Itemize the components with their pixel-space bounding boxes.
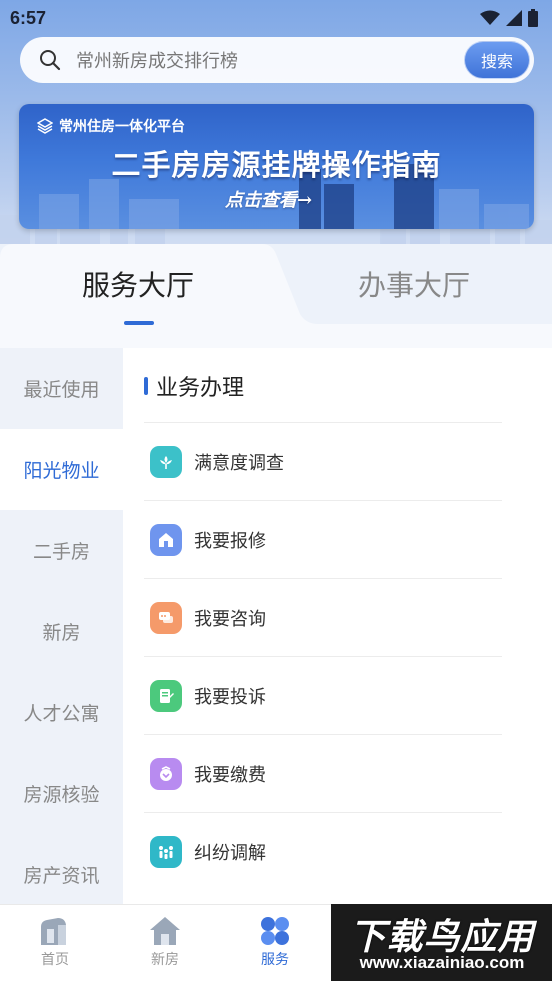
house-icon [150, 917, 180, 945]
watermark-url: www.xiazainiao.com [359, 953, 525, 972]
status-icons [480, 9, 538, 27]
nav-label-home: 首页 [41, 952, 69, 968]
status-bar: 6:57 [0, 0, 552, 36]
service-label: 我要咨询 [194, 608, 266, 630]
banner-brand-label: 常州住房一体化平台 [59, 119, 185, 135]
sidebar-item-talent-apartment[interactable]: 人才公寓 [0, 672, 123, 753]
status-time: 6:57 [10, 7, 47, 28]
home-building-icon [41, 918, 66, 945]
wifi-icon [480, 10, 500, 25]
sidebar-item-second-hand[interactable]: 二手房 [0, 510, 123, 591]
service-item-complaint[interactable]: 我要投诉 [144, 656, 502, 734]
watermark-logo: 下载鸟应用 www.xiazainiao.com [331, 904, 552, 981]
section-title-text: 业务办理 [156, 376, 245, 401]
section-title-bar [144, 377, 148, 395]
service-item-repair[interactable]: 我要报修 [144, 500, 502, 578]
sidebar-item-property[interactable]: 阳光物业 [0, 429, 123, 510]
service-item-mediation[interactable]: 纠纷调解 [144, 812, 502, 890]
chat-icon [150, 601, 182, 634]
document-edit-icon [150, 679, 182, 712]
battery-icon [528, 9, 538, 27]
service-list: 满意度调查 我要报修 我要咨询 我要投诉 我要缴费 纠纷调解 [144, 422, 502, 890]
banner-title: 二手房房源挂牌操作指南 [111, 148, 442, 182]
grid-icon [261, 917, 289, 945]
sidebar-item-recent[interactable]: 最近使用 [0, 348, 123, 429]
layers-logo-icon [37, 118, 53, 134]
sidebar-item-new-house[interactable]: 新房 [0, 591, 123, 672]
service-content-panel: 业务办理 满意度调查 我要报修 我要咨询 我要投诉 我要缴费 纠纷调解 [123, 348, 552, 904]
nav-item-service[interactable]: 服务 [220, 915, 330, 969]
active-tab-indicator [124, 321, 154, 325]
house-repair-icon [150, 523, 182, 556]
service-label: 纠纷调解 [194, 842, 266, 864]
sidebar-item-news[interactable]: 房产资讯 [0, 834, 123, 904]
nav-label-new-house: 新房 [151, 952, 179, 968]
service-item-payment[interactable]: 我要缴费 [144, 734, 502, 812]
tab-bar: 服务大厅 办事大厅 [0, 244, 552, 348]
service-label: 我要缴费 [194, 764, 266, 786]
nav-item-new-house[interactable]: 新房 [110, 915, 220, 969]
section-title: 业务办理 [144, 370, 244, 402]
search-bar[interactable]: 常州新房成交排行榜 搜索 [20, 37, 534, 83]
search-button[interactable]: 搜索 [464, 41, 530, 79]
service-label: 满意度调查 [194, 452, 284, 474]
banner-brand: 常州住房一体化平台 [37, 116, 185, 136]
cell-signal-icon [506, 10, 522, 26]
nav-label-service: 服务 [261, 952, 289, 968]
service-label: 我要投诉 [194, 686, 266, 708]
service-item-consult[interactable]: 我要咨询 [144, 578, 502, 656]
sidebar-item-listing-verify[interactable]: 房源核验 [0, 753, 123, 834]
category-sidebar: 最近使用 阳光物业 二手房 新房 人才公寓 房源核验 房产资讯 [0, 348, 123, 904]
nav-item-home[interactable]: 首页 [0, 915, 110, 969]
flower-icon [150, 445, 182, 478]
wallet-icon [150, 757, 182, 790]
people-icon [150, 835, 182, 868]
search-icon [40, 50, 61, 71]
tab-office-hall[interactable]: 办事大厅 [276, 264, 552, 304]
banner-cta[interactable]: 点击查看→ [225, 186, 312, 212]
promo-banner[interactable]: 常州住房一体化平台 二手房房源挂牌操作指南 点击查看→ [19, 104, 534, 229]
service-item-survey[interactable]: 满意度调查 [144, 422, 502, 500]
service-label: 我要报修 [194, 530, 266, 552]
tab-service-hall[interactable]: 服务大厅 [0, 264, 276, 304]
